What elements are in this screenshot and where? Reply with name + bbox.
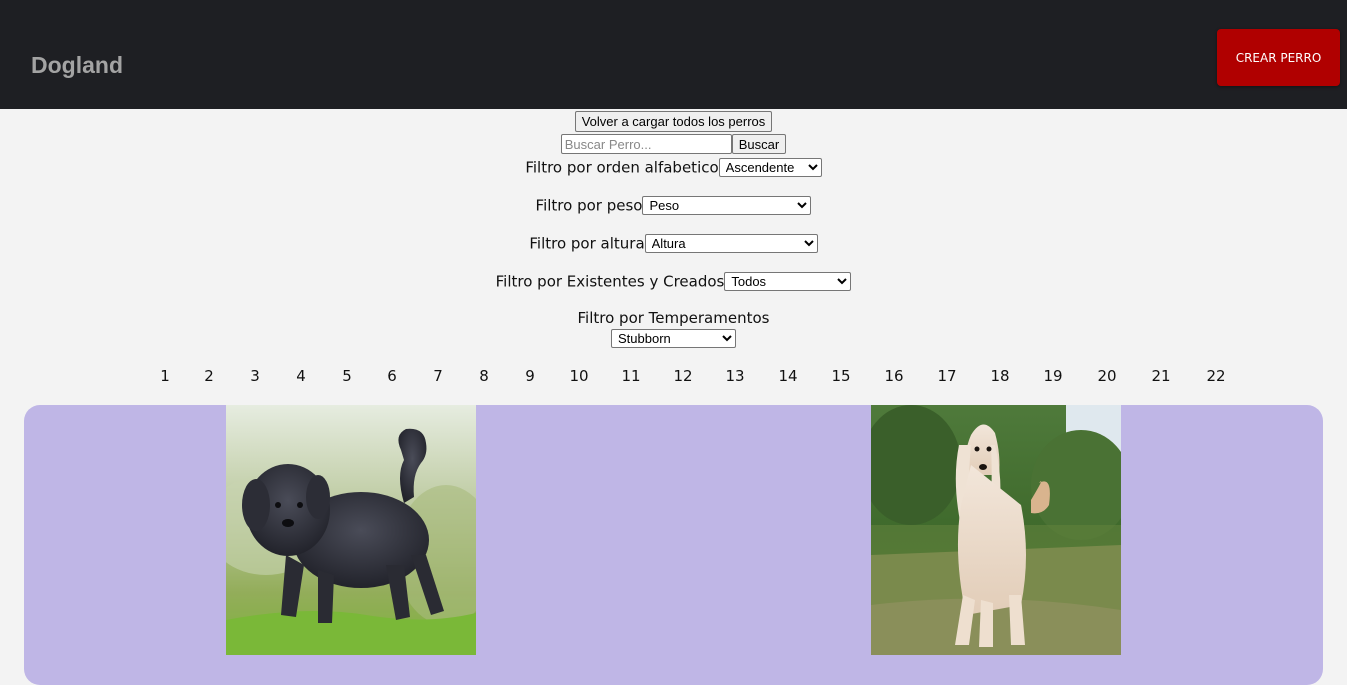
filter-temperament-label: Filtro por Temperamentos bbox=[577, 309, 770, 327]
filter-weight-select[interactable]: Peso bbox=[642, 196, 812, 215]
dog-card-image-1[interactable] bbox=[226, 405, 476, 655]
filter-height-label: Filtro por altura bbox=[529, 234, 645, 253]
search-bar: Buscar bbox=[0, 134, 1347, 156]
dog-photo-afghan-hound bbox=[871, 405, 1121, 655]
create-dog-button[interactable]: CREAR PERRO bbox=[1217, 29, 1340, 86]
brand-logo[interactable]: Dogland bbox=[31, 52, 123, 79]
page-link-21[interactable]: 21 bbox=[1151, 367, 1170, 385]
page-link-16[interactable]: 16 bbox=[884, 367, 903, 385]
page-link-1[interactable]: 1 bbox=[160, 367, 170, 385]
page-link-17[interactable]: 17 bbox=[937, 367, 956, 385]
filter-origin-select[interactable]: Todos bbox=[724, 272, 852, 291]
page-link-5[interactable]: 5 bbox=[342, 367, 352, 385]
filter-origin: Filtro por Existentes y Creados Todos bbox=[0, 271, 1347, 291]
filter-weight: Filtro por peso Peso bbox=[0, 195, 1347, 215]
page-link-12[interactable]: 12 bbox=[673, 367, 692, 385]
page-link-2[interactable]: 2 bbox=[204, 367, 214, 385]
filter-weight-label: Filtro por peso bbox=[535, 196, 643, 215]
filter-height: Filtro por altura Altura bbox=[0, 233, 1347, 253]
top-navbar: Dogland CREAR PERRO bbox=[0, 0, 1347, 109]
page-link-10[interactable]: 10 bbox=[569, 367, 588, 385]
dog-card-image-2[interactable] bbox=[871, 405, 1121, 655]
pagination: 1 2 3 4 5 6 7 8 9 10 11 12 13 14 15 16 1… bbox=[0, 367, 1347, 389]
page-link-3[interactable]: 3 bbox=[250, 367, 260, 385]
filter-alpha: Filtro por orden alfabetico Ascendente bbox=[0, 157, 1347, 177]
dog-cards-container bbox=[24, 405, 1323, 685]
reload-dogs-button[interactable]: Volver a cargar todos los perros bbox=[574, 111, 773, 132]
page-link-19[interactable]: 19 bbox=[1043, 367, 1062, 385]
page-link-8[interactable]: 8 bbox=[479, 367, 489, 385]
page-link-18[interactable]: 18 bbox=[990, 367, 1009, 385]
filter-alpha-label: Filtro por orden alfabetico bbox=[525, 158, 719, 177]
page-link-7[interactable]: 7 bbox=[433, 367, 443, 385]
page-link-4[interactable]: 4 bbox=[296, 367, 306, 385]
filter-temperament: Filtro por Temperamentos Stubborn bbox=[0, 309, 1347, 348]
page-link-11[interactable]: 11 bbox=[621, 367, 640, 385]
page-link-22[interactable]: 22 bbox=[1206, 367, 1225, 385]
filter-height-select[interactable]: Altura bbox=[644, 234, 818, 253]
filter-origin-label: Filtro por Existentes y Creados bbox=[495, 272, 725, 291]
page-link-15[interactable]: 15 bbox=[831, 367, 850, 385]
page-link-6[interactable]: 6 bbox=[387, 367, 397, 385]
page-link-20[interactable]: 20 bbox=[1097, 367, 1116, 385]
page-link-13[interactable]: 13 bbox=[725, 367, 744, 385]
filter-alpha-select[interactable]: Ascendente bbox=[718, 158, 822, 177]
filter-temperament-select[interactable]: Stubborn bbox=[611, 329, 736, 348]
search-input[interactable] bbox=[560, 134, 732, 154]
page-link-9[interactable]: 9 bbox=[525, 367, 535, 385]
page-link-14[interactable]: 14 bbox=[778, 367, 797, 385]
search-button[interactable]: Buscar bbox=[731, 134, 787, 154]
dog-photo-black-shaggy bbox=[226, 405, 476, 655]
